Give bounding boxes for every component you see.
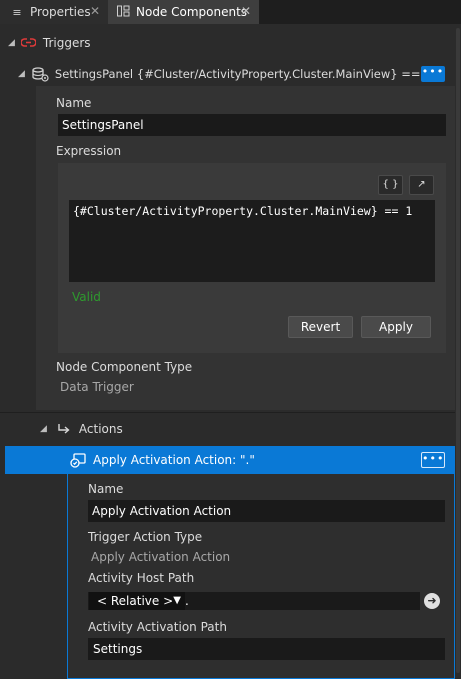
- trigger-link-icon: [20, 37, 36, 49]
- tab-strip: ≡ Properties ✕ Node Components ✕: [0, 0, 461, 24]
- component-type-value: Data Trigger: [60, 380, 134, 394]
- tab-node-components-label: Node Components: [136, 5, 248, 19]
- revert-button[interactable]: Revert: [288, 316, 353, 338]
- properties-list-icon: ≡: [12, 5, 22, 19]
- braces-button[interactable]: { }: [378, 175, 403, 195]
- host-path-value: .: [185, 594, 189, 608]
- validation-status: Valid: [72, 290, 101, 304]
- trigger-item-title: SettingsPanel {#Cluster/ActivityProperty…: [54, 67, 432, 81]
- host-path-relative-label: < Relative >: [97, 594, 174, 608]
- action-item-title-group: Apply Activation Action: ".": [70, 452, 255, 468]
- tab-properties[interactable]: ≡ Properties ✕: [0, 0, 108, 24]
- trigger-action-type-value: Apply Activation Action: [91, 550, 231, 564]
- activation-action-icon: [70, 452, 87, 468]
- trigger-item-row[interactable]: ◢ SettingsPanel {#Cluster/ActivityProper…: [18, 63, 448, 85]
- action-more-button[interactable]: •••: [421, 452, 445, 468]
- trigger-more-button[interactable]: •••: [421, 66, 445, 82]
- collapse-caret-icon[interactable]: ◢: [40, 424, 47, 434]
- actions-arrow-icon: [57, 423, 71, 435]
- close-icon[interactable]: ✕: [241, 4, 251, 18]
- collapse-caret-icon[interactable]: ◢: [18, 69, 25, 79]
- triggers-section-header[interactable]: ◢ Triggers: [8, 34, 91, 52]
- trigger-name-label: Name: [56, 96, 92, 110]
- apply-button[interactable]: Apply: [361, 316, 431, 338]
- collapse-caret-icon[interactable]: ◢: [8, 38, 15, 48]
- activation-path-field[interactable]: Settings: [88, 638, 445, 660]
- actions-section-header[interactable]: ◢ Actions: [40, 420, 123, 438]
- host-path-label: Activity Host Path: [88, 571, 195, 585]
- expression-input[interactable]: {#Cluster/ActivityProperty.Cluster.MainV…: [69, 200, 435, 282]
- data-trigger-icon: [32, 66, 49, 82]
- triggers-section-label: Triggers: [42, 36, 91, 50]
- chevron-down-icon: ▼: [173, 595, 181, 606]
- host-path-relative-dropdown[interactable]: < Relative > ▼: [89, 592, 185, 610]
- actions-section-label: Actions: [78, 422, 123, 436]
- component-type-label: Node Component Type: [56, 360, 193, 374]
- navigate-arrow-icon[interactable]: ➜: [424, 593, 440, 609]
- node-components-icon: [116, 5, 130, 20]
- activation-path-label: Activity Activation Path: [88, 620, 227, 634]
- trigger-name-field[interactable]: SettingsPanel: [58, 114, 446, 136]
- expression-label: Expression: [56, 144, 122, 158]
- tab-node-components[interactable]: Node Components ✕: [108, 0, 259, 24]
- expand-editor-button[interactable]: ↗: [409, 175, 434, 195]
- action-name-field[interactable]: Apply Activation Action: [88, 500, 445, 522]
- divider: [0, 412, 455, 413]
- scrollbar-thumb[interactable]: [456, 28, 460, 673]
- tab-properties-label: Properties: [30, 5, 91, 19]
- action-item-title: Apply Activation Action: ".": [93, 453, 255, 467]
- trigger-action-type-label: Trigger Action Type: [88, 530, 203, 544]
- action-name-label: Name: [88, 482, 124, 496]
- close-icon[interactable]: ✕: [90, 4, 100, 18]
